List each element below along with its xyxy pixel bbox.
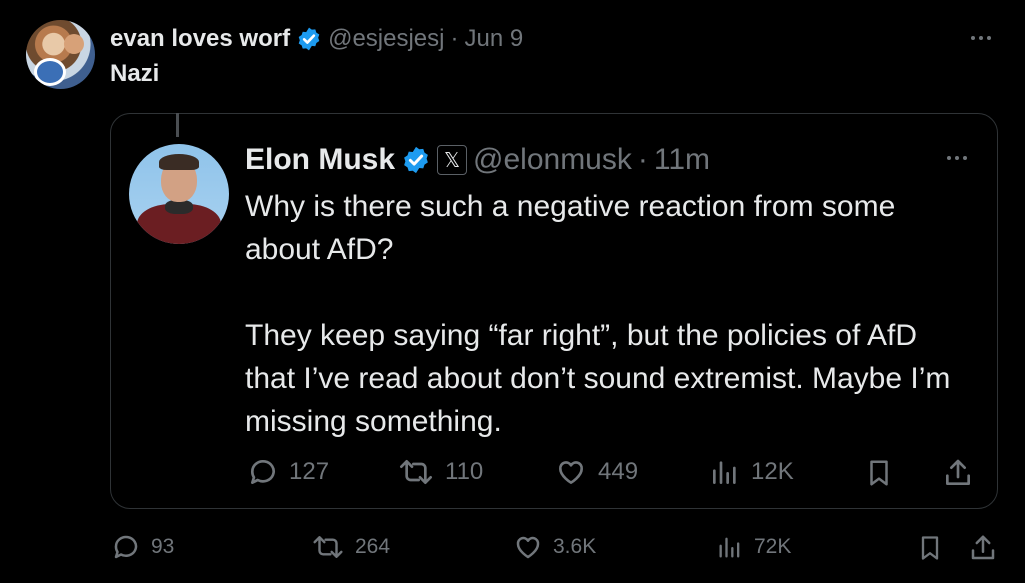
share-icon — [946, 459, 970, 485]
reply-icon — [250, 460, 275, 484]
like-button[interactable]: 449 — [554, 456, 638, 488]
like-count: 449 — [598, 458, 639, 485]
tweet-timestamp[interactable]: Jun 9 — [464, 25, 523, 53]
tweet-header: evan loves worf @esjesjesj · Jun 9 — [110, 22, 523, 56]
separator-dot: · — [637, 143, 648, 176]
quoted-timestamp[interactable]: 11m — [654, 143, 710, 177]
author-handle[interactable]: @esjesjesj — [328, 25, 444, 53]
heart-icon — [558, 461, 584, 484]
view-count: 72K — [754, 535, 792, 558]
bookmark-icon — [870, 460, 888, 486]
quoted-paragraph: Why is there such a negative reaction fr… — [245, 190, 896, 266]
heart-icon — [516, 536, 540, 559]
bookmark-button[interactable] — [916, 532, 944, 564]
views-button[interactable]: 72K — [716, 532, 791, 562]
reply-count: 127 — [289, 458, 330, 485]
repost-icon — [400, 460, 432, 484]
views-button[interactable]: 12K — [709, 456, 794, 488]
thread-connector — [176, 113, 179, 137]
share-button[interactable] — [968, 532, 998, 564]
bookmark-icon — [921, 536, 939, 560]
verified-badge-icon — [298, 27, 320, 51]
reply-button[interactable]: 93 — [111, 532, 174, 562]
quoted-author-name[interactable]: Elon Musk — [245, 143, 395, 177]
analytics-icon — [713, 461, 736, 484]
tweet-text: Nazi — [110, 60, 160, 87]
more-options-icon[interactable] — [971, 36, 991, 40]
more-options-icon[interactable] — [947, 156, 967, 160]
quoted-avatar[interactable] — [129, 144, 229, 244]
repost-count: 264 — [355, 535, 391, 558]
share-button[interactable] — [942, 456, 974, 490]
reply-button[interactable]: 127 — [247, 456, 329, 488]
verified-badge-icon — [404, 146, 428, 174]
reply-count: 93 — [151, 535, 175, 558]
view-count: 12K — [751, 458, 794, 485]
repost-icon — [313, 536, 343, 558]
repost-button[interactable]: 110 — [397, 456, 483, 488]
author-name[interactable]: evan loves worf — [110, 25, 290, 53]
repost-button[interactable]: 264 — [311, 532, 390, 562]
share-icon — [971, 535, 995, 560]
quoted-paragraph: They keep saying “far right”, but the po… — [245, 319, 951, 438]
like-count: 3.6K — [553, 535, 597, 558]
reply-icon — [114, 535, 138, 559]
bookmark-button[interactable] — [864, 456, 894, 490]
avatar[interactable] — [26, 20, 95, 89]
x-affiliation-badge: 𝕏 — [437, 145, 468, 175]
quoted-tweet-text: Why is there such a negative reaction fr… — [245, 185, 975, 443]
repost-count: 110 — [445, 458, 484, 485]
quoted-author-handle[interactable]: @elonmusk — [473, 143, 632, 177]
like-button[interactable]: 3.6K — [513, 532, 596, 562]
analytics-icon — [719, 537, 740, 558]
quoted-tweet-header: Elon Musk 𝕏 @elonmusk · 11m — [245, 142, 710, 178]
separator-dot: · — [450, 25, 459, 52]
